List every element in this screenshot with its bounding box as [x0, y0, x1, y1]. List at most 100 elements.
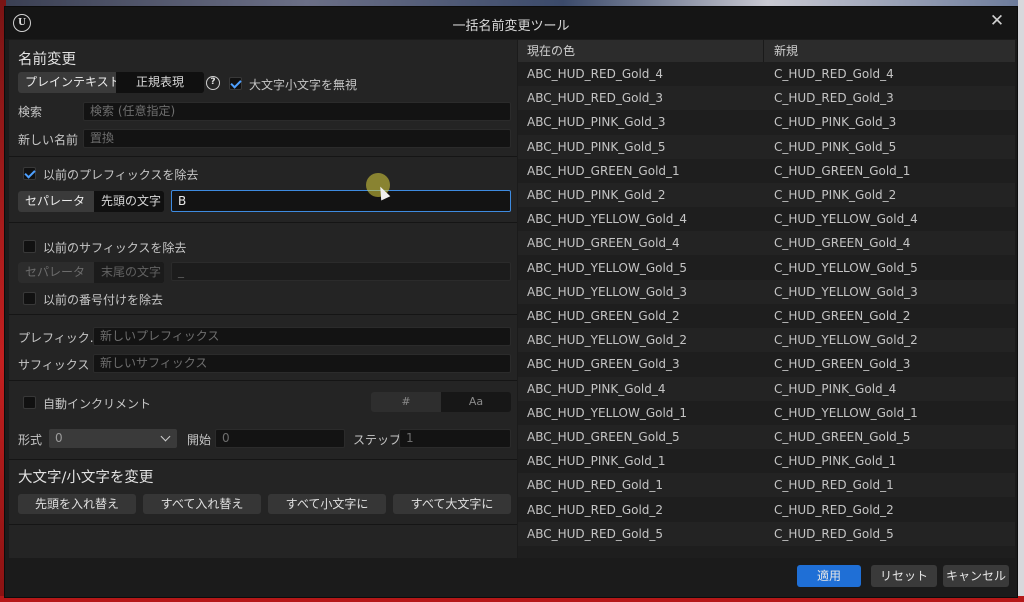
- table-row[interactable]: ABC_HUD_PINK_Gold_2 C_HUD_PINK_Gold_2: [518, 183, 1015, 207]
- remove-prefix-section: 以前のプレフィックスを除去 セパレータ 先頭の文字 B: [9, 157, 517, 223]
- table-header: 現在の色 新規: [518, 40, 1015, 62]
- new-name-cell: C_HUD_PINK_Gold_3: [774, 115, 897, 130]
- suffix-remove-input[interactable]: _: [171, 262, 511, 281]
- increment-alpha-button[interactable]: Aa: [441, 392, 511, 412]
- auto-increment-section: 自動インクリメント # Aa 形式 0 開始 0 ステップ 1: [9, 381, 517, 460]
- step-input[interactable]: 1: [399, 429, 511, 448]
- table-row[interactable]: ABC_HUD_PINK_Gold_5 C_HUD_PINK_Gold_5: [518, 134, 1015, 159]
- new-name-cell: C_HUD_RED_Gold_3: [774, 91, 894, 106]
- suffix-separator-button[interactable]: セパレータ: [18, 262, 94, 283]
- table-row[interactable]: ABC_HUD_GREEN_Gold_2 C_HUD_GREEN_Gold_2: [518, 304, 1015, 328]
- increment-numeric-button[interactable]: #: [371, 392, 441, 412]
- table-row[interactable]: ABC_HUD_RED_Gold_3 C_HUD_RED_Gold_3: [518, 86, 1015, 111]
- remove-prefix-checkbox[interactable]: [23, 167, 36, 180]
- current-name-cell: ABC_HUD_YELLOW_Gold_1: [527, 405, 688, 420]
- remove-numbering-checkbox[interactable]: [23, 292, 36, 305]
- rename-preview-table: 現在の色 新規 ABC_HUD_RED_Gold_4 C_HUD_RED_Gold…: [518, 40, 1015, 558]
- current-name-cell: ABC_HUD_PINK_Gold_1: [527, 454, 666, 469]
- remove-suffix-section: 以前のサフィックスを除去 セパレータ 末尾の文字 _ 以前の番号付けを除去: [9, 223, 517, 315]
- increment-type-toggle: # Aa: [371, 392, 511, 412]
- remove-suffix-checkbox[interactable]: [23, 240, 36, 253]
- auto-increment-checkbox[interactable]: [23, 396, 36, 409]
- close-icon[interactable]: ✕: [987, 11, 1007, 31]
- suffix-mode-toggle: セパレータ 末尾の文字: [18, 262, 164, 283]
- table-row[interactable]: ABC_HUD_YELLOW_Gold_4 C_HUD_YELLOW_Gold_4: [518, 207, 1015, 231]
- new-name-cell: C_HUD_GREEN_Gold_5: [774, 430, 911, 444]
- table-row[interactable]: ABC_HUD_RED_Gold_5 C_HUD_RED_Gold_5: [518, 521, 1015, 546]
- apply-button[interactable]: 適用: [797, 565, 861, 587]
- reset-button[interactable]: リセット: [871, 565, 937, 587]
- table-row[interactable]: ABC_HUD_YELLOW_Gold_2 C_HUD_YELLOW_Gold_2: [518, 328, 1015, 353]
- cancel-button[interactable]: キャンセル: [943, 565, 1009, 587]
- add-affix-section: プレフィック. 新しいプレフィックス サフィックス 新しいサフィックス: [9, 315, 517, 381]
- auto-increment-label: 自動インクリメント: [43, 397, 152, 411]
- table-row[interactable]: ABC_HUD_YELLOW_Gold_3 C_HUD_YELLOW_Gold_3: [518, 279, 1015, 304]
- table-row[interactable]: ABC_HUD_PINK_Gold_4 C_HUD_PINK_Gold_4: [518, 376, 1015, 401]
- table-row[interactable]: ABC_HUD_GREEN_Gold_5 C_HUD_GREEN_Gold_5: [518, 425, 1015, 449]
- prefix-remove-input[interactable]: B: [171, 190, 511, 212]
- mode-regex-button[interactable]: 正規表現: [116, 72, 204, 93]
- search-input[interactable]: 検索 (任意指定): [83, 102, 511, 121]
- suffix-trailing-chars-button[interactable]: 末尾の文字: [94, 262, 164, 283]
- new-name-cell: C_HUD_YELLOW_Gold_4: [774, 212, 918, 227]
- table-row[interactable]: ABC_HUD_GREEN_Gold_4 C_HUD_GREEN_Gold_4: [518, 231, 1015, 256]
- start-input[interactable]: 0: [215, 429, 345, 448]
- format-select[interactable]: 0: [49, 429, 177, 448]
- current-name-cell: ABC_HUD_GREEN_Gold_1: [527, 163, 680, 178]
- search-label: 検索: [18, 105, 43, 119]
- current-name-cell: ABC_HUD_PINK_Gold_3: [527, 115, 666, 130]
- ignore-case-checkbox[interactable]: [229, 77, 242, 90]
- current-name-cell: ABC_HUD_YELLOW_Gold_5: [527, 260, 688, 275]
- new-suffix-input[interactable]: 新しいサフィックス: [93, 354, 511, 373]
- new-name-cell: C_HUD_GREEN_Gold_2: [774, 309, 911, 323]
- window-title: 一括名前変更ツール: [452, 19, 570, 34]
- table-row[interactable]: ABC_HUD_GREEN_Gold_3 C_HUD_GREEN_Gold_3: [518, 352, 1015, 376]
- table-row[interactable]: ABC_HUD_PINK_Gold_1 C_HUD_PINK_Gold_1: [518, 449, 1015, 473]
- prefix-mode-toggle: セパレータ 先頭の文字: [18, 191, 164, 212]
- all-uppercase-button[interactable]: すべて大文字に: [393, 494, 511, 514]
- table-row[interactable]: ABC_HUD_RED_Gold_1 C_HUD_RED_Gold_1: [518, 473, 1015, 498]
- new-name-cell: C_HUD_YELLOW_Gold_3: [774, 284, 918, 299]
- prefix-leading-chars-button[interactable]: 先頭の文字: [94, 191, 164, 212]
- new-name-label: 新しい名前: [18, 133, 79, 147]
- current-name-cell: ABC_HUD_PINK_Gold_4: [527, 381, 666, 396]
- new-name-cell: C_HUD_YELLOW_Gold_5: [774, 260, 918, 275]
- step-label: ステップ: [353, 433, 402, 447]
- new-name-cell: C_HUD_PINK_Gold_5: [774, 139, 897, 154]
- rename-heading: 名前変更: [18, 52, 76, 68]
- new-name-input[interactable]: 置換: [83, 129, 511, 148]
- help-icon[interactable]: ?: [206, 76, 220, 90]
- new-prefix-input[interactable]: 新しいプレフィックス: [93, 327, 511, 346]
- current-name-cell: ABC_HUD_GREEN_Gold_4: [527, 236, 680, 251]
- current-name-cell: ABC_HUD_PINK_Gold_5: [527, 139, 666, 154]
- change-case-heading: 大文字/小文字を変更: [18, 470, 154, 486]
- current-name-cell: ABC_HUD_GREEN_Gold_3: [527, 357, 680, 372]
- new-name-cell: C_HUD_GREEN_Gold_1: [774, 163, 911, 178]
- table-row[interactable]: ABC_HUD_YELLOW_Gold_5 C_HUD_YELLOW_Gold_5: [518, 256, 1015, 280]
- new-name-cell: C_HUD_RED_Gold_1: [774, 478, 894, 493]
- column-current-name[interactable]: 現在の色: [518, 40, 764, 62]
- table-row[interactable]: ABC_HUD_RED_Gold_2 C_HUD_RED_Gold_2: [518, 498, 1015, 522]
- new-prefix-label: プレフィック.: [18, 331, 94, 345]
- table-row[interactable]: ABC_HUD_PINK_Gold_3 C_HUD_PINK_Gold_3: [518, 110, 1015, 134]
- new-name-cell: C_HUD_YELLOW_Gold_1: [774, 405, 918, 420]
- current-name-cell: ABC_HUD_RED_Gold_2: [527, 502, 664, 517]
- mode-plain-text-button[interactable]: プレインテキスト: [18, 72, 121, 93]
- format-value: 0: [55, 431, 63, 445]
- prefix-separator-button[interactable]: セパレータ: [18, 191, 94, 212]
- table-row[interactable]: ABC_HUD_GREEN_Gold_1 C_HUD_GREEN_Gold_1: [518, 159, 1015, 183]
- swap-first-case-button[interactable]: 先頭を入れ替え: [18, 494, 136, 514]
- current-name-cell: ABC_HUD_YELLOW_Gold_3: [527, 284, 688, 299]
- new-name-cell: C_HUD_RED_Gold_2: [774, 502, 894, 517]
- new-name-cell: C_HUD_YELLOW_Gold_2: [774, 333, 918, 348]
- title-bar[interactable]: U 一括名前変更ツール ✕: [5, 7, 1017, 39]
- all-lowercase-button[interactable]: すべて小文字に: [268, 494, 386, 514]
- rename-section: 名前変更 プレインテキスト 正規表現 ? 大文字小文字を無視 検索 検索 (任意…: [9, 40, 517, 157]
- column-new-name[interactable]: 新規: [765, 40, 1015, 62]
- swap-all-case-button[interactable]: すべて入れ替え: [143, 494, 261, 514]
- search-mode-toggle: プレインテキスト 正規表現: [18, 72, 204, 93]
- batch-rename-window: U 一括名前変更ツール ✕ 名前変更 プレインテキスト 正規表現 ? 大文字小文…: [4, 6, 1018, 598]
- new-name-cell: C_HUD_RED_Gold_5: [774, 526, 894, 541]
- table-row[interactable]: ABC_HUD_RED_Gold_4 C_HUD_RED_Gold_4: [518, 62, 1015, 86]
- table-row[interactable]: ABC_HUD_YELLOW_Gold_1 C_HUD_YELLOW_Gold_1: [518, 401, 1015, 425]
